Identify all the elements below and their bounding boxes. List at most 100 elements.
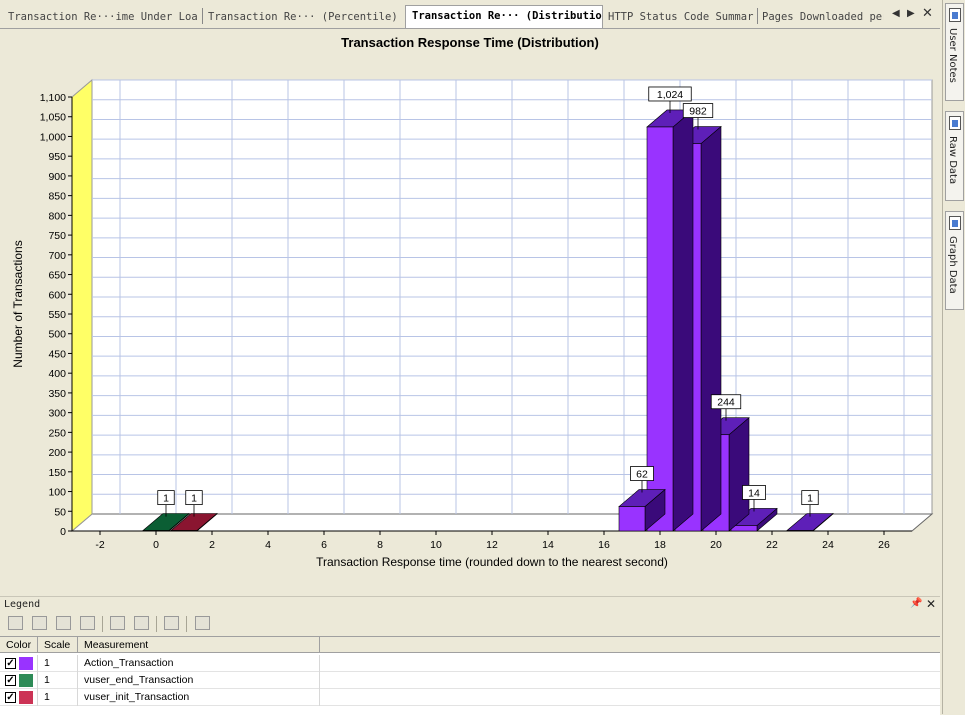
- column-header-color[interactable]: Color: [0, 637, 38, 653]
- y-tick-label: 800: [48, 210, 66, 222]
- chart-panel: Transaction Response Time (Distribution)…: [0, 29, 940, 592]
- legend-title: Legend: [4, 599, 41, 610]
- graph-data-icon: [949, 216, 961, 230]
- data-label: 1,024: [657, 89, 683, 101]
- data-label: 1: [807, 493, 813, 505]
- scale-cell: 1: [38, 672, 78, 689]
- tab-transaction-response-time-distribution[interactable]: Transaction Re··· (Distribution): [405, 5, 603, 28]
- y-tick-label: 300: [48, 408, 66, 420]
- side-tab-label: Graph Data: [947, 236, 958, 294]
- y-tick-label: 50: [54, 506, 66, 518]
- x-tick-label: 24: [822, 539, 834, 551]
- x-tick-label: 2: [209, 539, 215, 551]
- tab-scroll-right-icon[interactable]: ▶: [907, 8, 915, 19]
- x-tick-label: 0: [153, 539, 159, 551]
- tab-pages-downloaded[interactable]: Pages Downloaded per: [762, 7, 884, 27]
- data-label: 244: [717, 397, 735, 409]
- bar-side-face: [700, 125, 722, 532]
- x-tick-label: 6: [321, 539, 327, 551]
- side-tab-label: Raw Data: [947, 136, 958, 185]
- highlight-icon[interactable]: [110, 616, 125, 630]
- y-tick-label: 700: [48, 250, 66, 262]
- bar-side-face: [672, 109, 694, 532]
- column-header-measurement[interactable]: Measurement: [78, 637, 320, 653]
- tab-transaction-response-time-percentile[interactable]: Transaction Re··· (Percentile): [208, 7, 400, 27]
- legend-row[interactable]: ✓ 1 vuser_end_Transaction: [0, 672, 940, 689]
- x-axis-label: Transaction Response time (rounded down …: [316, 555, 668, 569]
- color-swatch: [19, 674, 33, 687]
- data-label: 62: [636, 469, 648, 481]
- x-tick-label: 8: [377, 539, 383, 551]
- show-selected-icon[interactable]: [56, 616, 71, 630]
- x-tick-label: 14: [542, 539, 554, 551]
- scale-cell: 1: [38, 689, 78, 706]
- y-tick-label: 250: [48, 427, 66, 439]
- legend-row[interactable]: ✓ 1 Action_Transaction: [0, 655, 940, 672]
- color-swatch: [19, 657, 33, 670]
- legend-row[interactable]: ✓ 1 vuser_init_Transaction: [0, 689, 940, 706]
- y-tick-label: 850: [48, 191, 66, 203]
- measurement-cell: vuser_end_Transaction: [78, 672, 320, 689]
- y-tick-label: 950: [48, 151, 66, 163]
- side-tab-raw-data[interactable]: Raw Data: [945, 111, 964, 201]
- color-swatch: [19, 691, 33, 704]
- x-tick-label: 16: [598, 539, 610, 551]
- legend-title-bar: Legend 📌 ✕: [0, 596, 940, 613]
- x-tick-label: -2: [95, 539, 104, 551]
- tab-http-status-code-summary[interactable]: HTTP Status Code Summary: [608, 7, 754, 27]
- configure-icon[interactable]: [134, 616, 149, 630]
- side-panel: User Notes Raw Data Graph Data: [942, 0, 965, 714]
- y-tick-label: 150: [48, 467, 66, 479]
- legend-toolbar: [0, 612, 940, 636]
- y-tick-label: 100: [48, 487, 66, 499]
- y-tick-label: 450: [48, 348, 66, 360]
- x-tick-label: 26: [878, 539, 890, 551]
- bar: [618, 506, 646, 532]
- y-tick-label: 500: [48, 329, 66, 341]
- show-all-icon[interactable]: [8, 616, 23, 630]
- tab-scroll-left-icon[interactable]: ◀: [892, 8, 900, 19]
- hide-all-icon[interactable]: [32, 616, 47, 630]
- scale-cell: 1: [38, 655, 78, 672]
- data-label: 982: [689, 106, 707, 118]
- tab-transaction-response-time-under-load[interactable]: Transaction Re···ime Under Load: [8, 7, 198, 27]
- y-tick-label: 750: [48, 230, 66, 242]
- user-notes-icon: [949, 8, 961, 22]
- properties-icon[interactable]: [195, 616, 210, 630]
- data-label: 14: [748, 487, 760, 499]
- legend-checkbox[interactable]: ✓: [5, 658, 16, 669]
- data-label: 1: [163, 493, 169, 505]
- close-tab-icon[interactable]: ✕: [922, 6, 933, 21]
- y-tick-label: 1,050: [40, 112, 66, 124]
- y-tick-label: 400: [48, 368, 66, 380]
- x-tick-label: 12: [486, 539, 498, 551]
- bar: [142, 530, 170, 532]
- bar-side-face: [728, 417, 750, 532]
- x-tick-label: 4: [265, 539, 271, 551]
- legend-checkbox[interactable]: ✓: [5, 675, 16, 686]
- copy-icon[interactable]: [164, 616, 179, 630]
- bar: [786, 530, 814, 532]
- legend-checkbox[interactable]: ✓: [5, 692, 16, 703]
- x-tick-label: 20: [710, 539, 722, 551]
- hide-selected-icon[interactable]: [80, 616, 95, 630]
- data-label: 1: [191, 493, 197, 505]
- y-tick-label: 350: [48, 388, 66, 400]
- bar: [170, 530, 198, 532]
- close-icon[interactable]: ✕: [926, 597, 936, 611]
- raw-data-icon: [949, 116, 961, 130]
- side-tab-label: User Notes: [947, 28, 958, 83]
- x-tick-label: 18: [654, 539, 666, 551]
- y-tick-label: 600: [48, 289, 66, 301]
- pin-icon[interactable]: 📌: [910, 598, 922, 609]
- side-tab-graph-data[interactable]: Graph Data: [945, 211, 964, 310]
- y-axis-label: Number of Transactions: [11, 240, 25, 367]
- x-tick-label: 10: [430, 539, 442, 551]
- tab-separator: [202, 8, 203, 24]
- chart-title: Transaction Response Time (Distribution): [341, 35, 599, 50]
- measurement-cell: Action_Transaction: [78, 655, 320, 672]
- y-tick-label: 650: [48, 270, 66, 282]
- side-tab-user-notes[interactable]: User Notes: [945, 3, 964, 101]
- column-header-scale[interactable]: Scale: [38, 637, 78, 653]
- distribution-chart: Transaction Response Time (Distribution)…: [11, 35, 934, 569]
